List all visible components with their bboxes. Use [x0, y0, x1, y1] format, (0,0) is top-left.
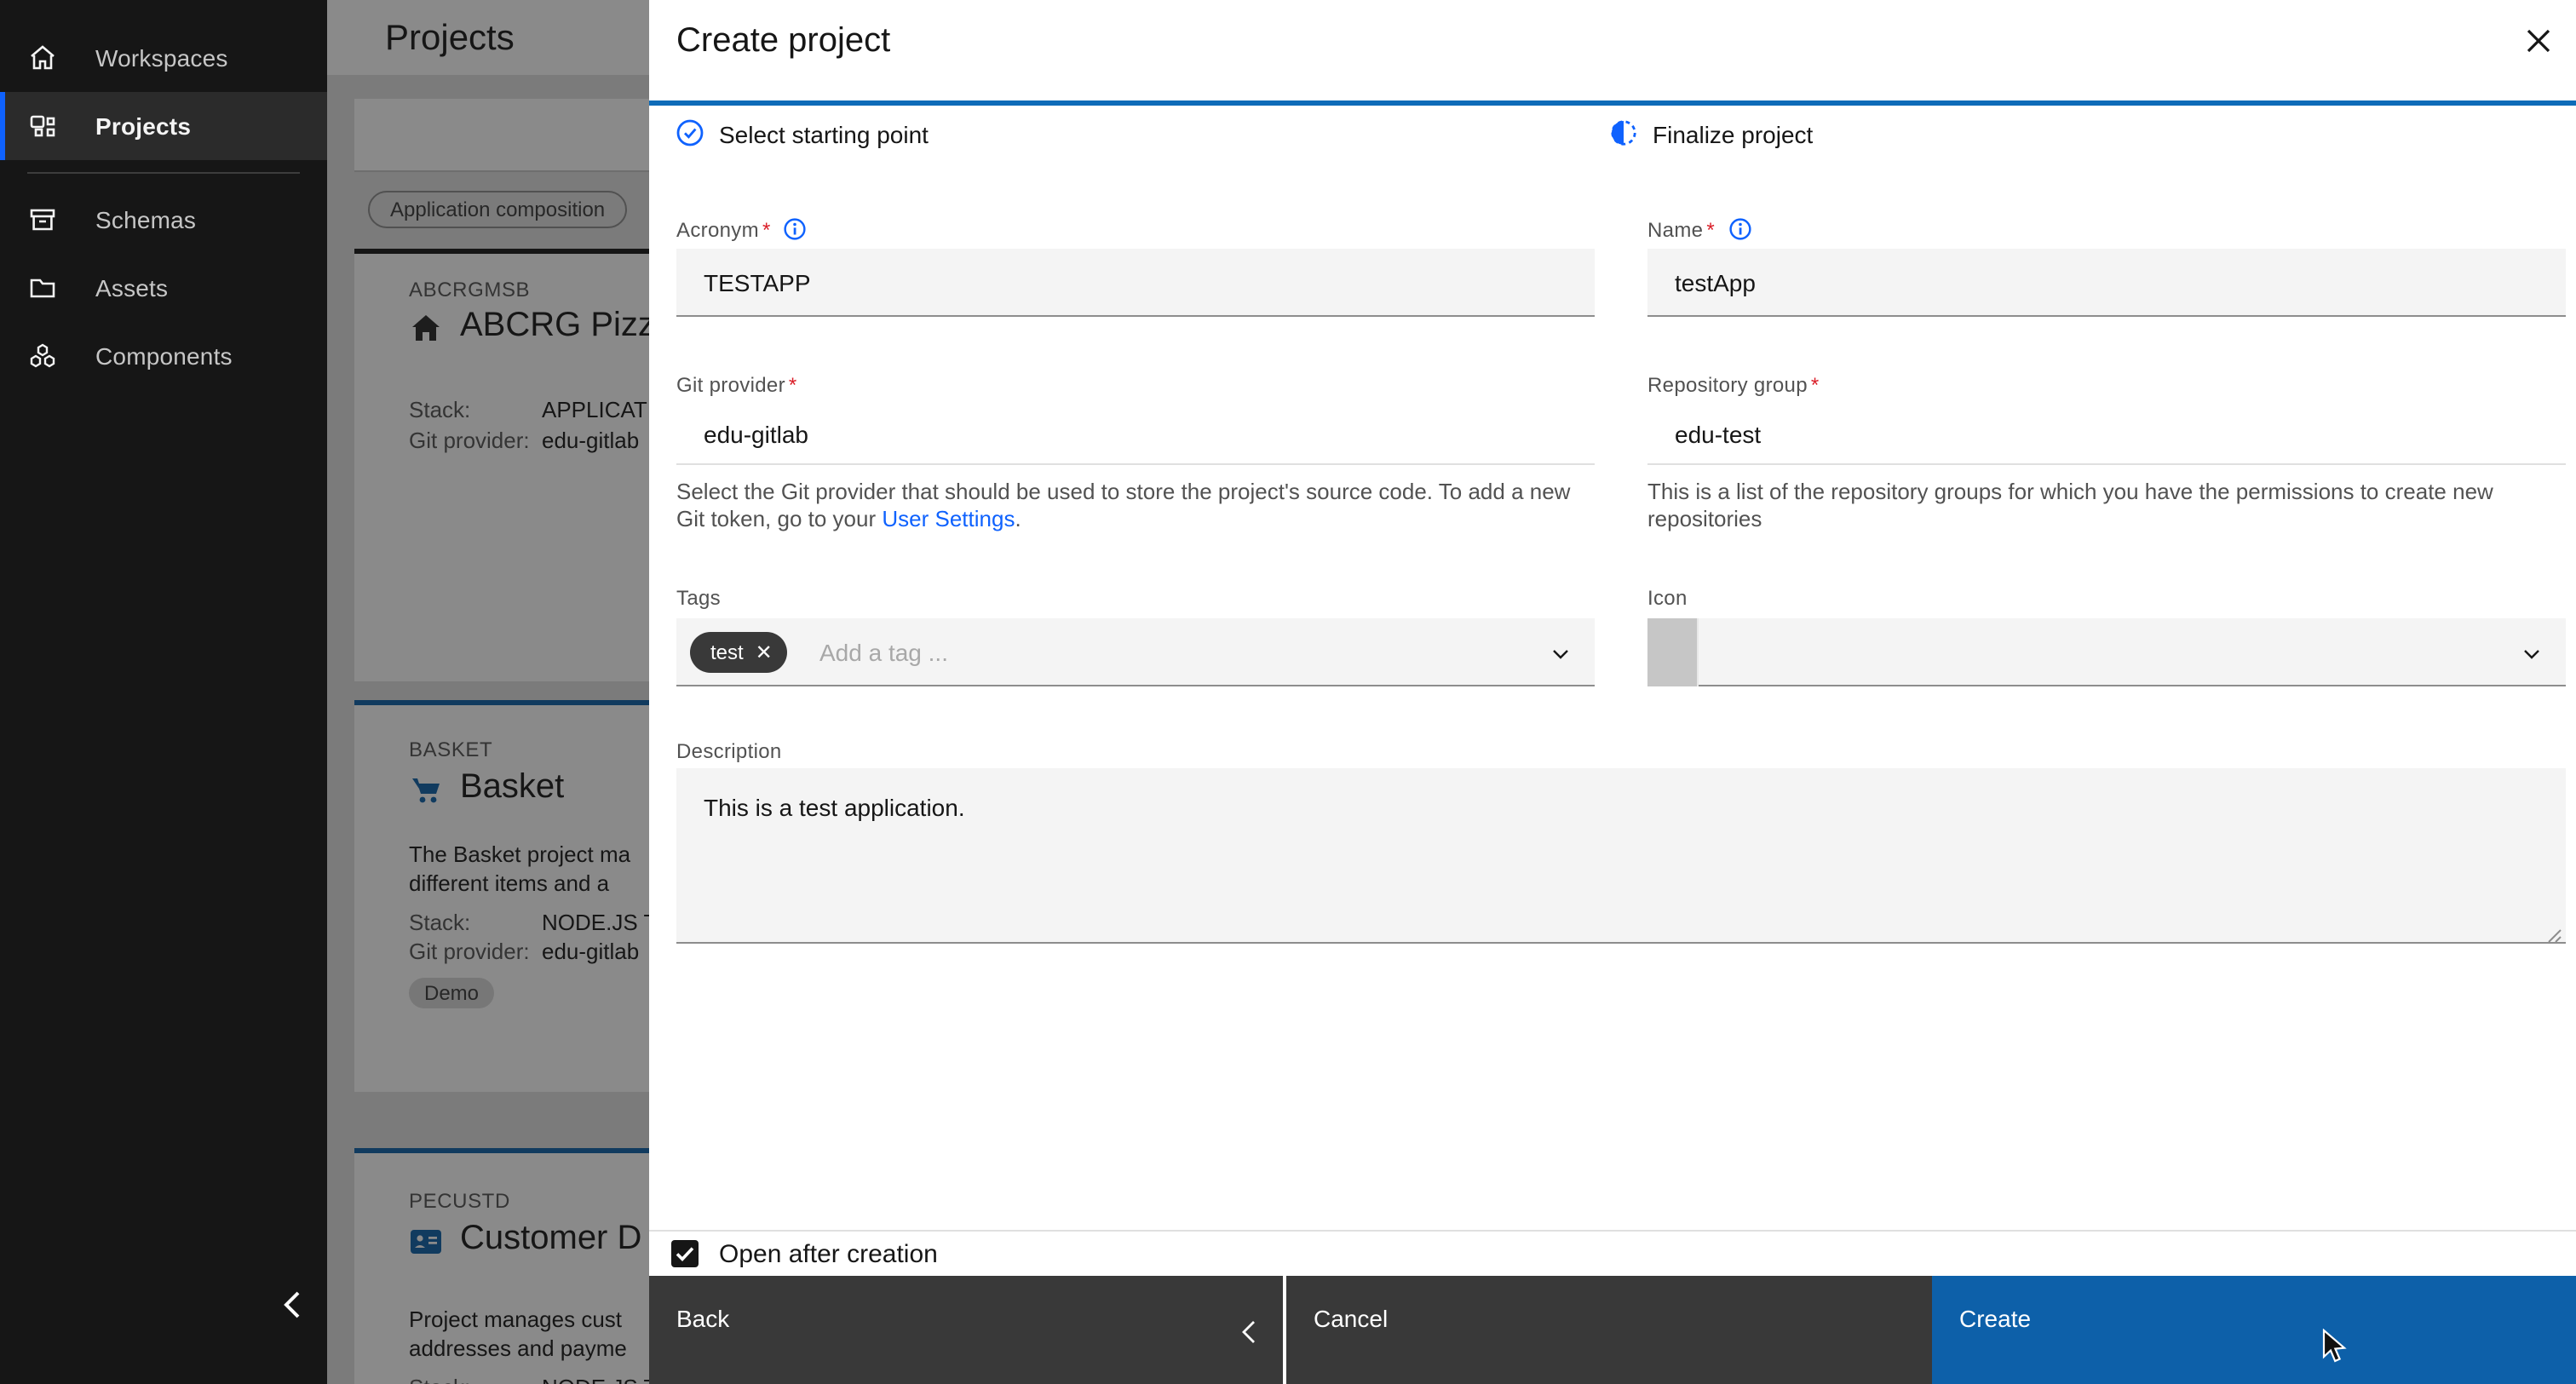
folder-icon [29, 274, 56, 301]
acronym-value: TESTAPP [704, 269, 811, 296]
name-label: Name * [1647, 215, 1751, 242]
label-text: Acronym [676, 218, 759, 242]
icon-preview-swatch [1647, 618, 1699, 686]
tag-chip-test[interactable]: test ✕ [690, 632, 788, 673]
cancel-button[interactable]: Cancel [1286, 1276, 1932, 1384]
resize-handle[interactable] [2547, 922, 2562, 943]
sidebar-item-projects[interactable]: Projects [0, 92, 327, 160]
required-asterisk: * [762, 218, 771, 242]
open-after-creation-checkbox[interactable] [671, 1240, 699, 1267]
create-label: Create [1959, 1305, 2032, 1332]
modal-header-rule [649, 100, 2576, 106]
category-icon [29, 112, 56, 140]
description-textarea[interactable]: This is a test application. [676, 768, 2566, 944]
close-button[interactable] [2515, 17, 2562, 65]
close-icon [2527, 29, 2550, 53]
icon-label: Icon [1647, 586, 1688, 610]
sidebar-item-schemas[interactable]: Schemas [0, 186, 327, 254]
helper-line: Select the Git provider that should be u… [676, 479, 1571, 504]
user-settings-link[interactable]: User Settings [882, 505, 1015, 531]
required-asterisk: * [788, 373, 797, 397]
sidebar-item-label: Workspaces [95, 44, 228, 72]
home-icon [29, 44, 56, 72]
screen: Projects Application composition ABCRGMS… [0, 0, 2576, 1384]
sidebar-item-components[interactable]: Components [0, 322, 327, 390]
step-label: Finalize project [1653, 121, 1814, 148]
name-value: testApp [1675, 269, 1756, 296]
chevron-left-icon [284, 1291, 300, 1318]
tag-chip-label: test [710, 640, 744, 664]
sidebar-item-label: Components [95, 342, 233, 370]
side-nav: Workspaces Projects Schemas Assets Compo… [0, 0, 327, 1384]
helper-line: . [1015, 505, 1021, 531]
sidebar-item-assets[interactable]: Assets [0, 254, 327, 322]
sidebar-item-workspaces[interactable]: Workspaces [0, 24, 327, 92]
label-text: Repository group [1647, 373, 1808, 397]
tags-combobox[interactable]: test ✕ Add a tag ... [676, 618, 1595, 686]
description-label: Description [676, 739, 782, 763]
repository-group-label: Repository group * [1647, 373, 1820, 397]
required-asterisk: * [1706, 218, 1715, 242]
cubes-icon [29, 342, 56, 370]
info-icon[interactable] [785, 218, 807, 240]
required-asterisk: * [1810, 373, 1820, 397]
helper-line: This is a list of the repository groups … [1647, 479, 2493, 504]
acronym-label: Acronym * [676, 215, 807, 242]
sidebar-divider [27, 172, 300, 174]
acronym-input[interactable]: TESTAPP [676, 249, 1595, 317]
back-button[interactable]: Back [649, 1276, 1285, 1384]
footer-divider [649, 1230, 2576, 1232]
helper-line: Git token, go to your [676, 505, 883, 531]
checkmark-icon [676, 1247, 694, 1261]
step-complete-icon [676, 119, 704, 146]
description-value: This is a test application. [704, 794, 965, 821]
tags-label: Tags [676, 586, 721, 610]
helper-line: repositories [1647, 505, 1762, 531]
sidebar-item-label: Schemas [95, 206, 197, 233]
sidebar-item-label: Projects [95, 112, 192, 140]
icon-dropdown[interactable] [1647, 618, 2566, 686]
open-after-creation-label[interactable]: Open after creation [719, 1240, 938, 1269]
tag-chip-close-icon[interactable]: ✕ [756, 632, 773, 673]
create-button[interactable]: Create [1932, 1276, 2576, 1384]
git-provider-value: edu-gitlab [704, 421, 808, 448]
repository-group-rule [1647, 463, 2566, 465]
chevron-left-icon [1240, 1320, 1257, 1344]
step-current-icon [1610, 119, 1637, 146]
name-input[interactable]: testApp [1647, 249, 2566, 317]
label-text: Name [1647, 218, 1704, 242]
git-provider-helper: Select the Git provider that should be u… [676, 479, 1570, 531]
cancel-label: Cancel [1314, 1305, 1389, 1332]
back-label: Back [676, 1305, 730, 1332]
label-text: Git provider [676, 373, 785, 397]
info-icon[interactable] [1728, 218, 1751, 240]
git-provider-label: Git provider * [676, 373, 797, 397]
sidebar-item-label: Assets [95, 274, 169, 301]
archive-icon [29, 206, 56, 233]
chevron-down-icon [1550, 642, 1571, 663]
modal-title: Create project [676, 22, 891, 60]
create-project-modal: Create project Select starting point Fin… [649, 0, 2576, 1384]
chevron-down-icon [2521, 642, 2542, 663]
add-tag-placeholder: Add a tag ... [819, 639, 948, 666]
repository-group-helper: This is a list of the repository groups … [1647, 479, 2493, 531]
step-label: Select starting point [719, 121, 929, 148]
repository-group-value: edu-test [1675, 421, 1762, 448]
git-provider-rule [676, 463, 1595, 465]
sidebar-collapse-button[interactable] [269, 1281, 317, 1329]
